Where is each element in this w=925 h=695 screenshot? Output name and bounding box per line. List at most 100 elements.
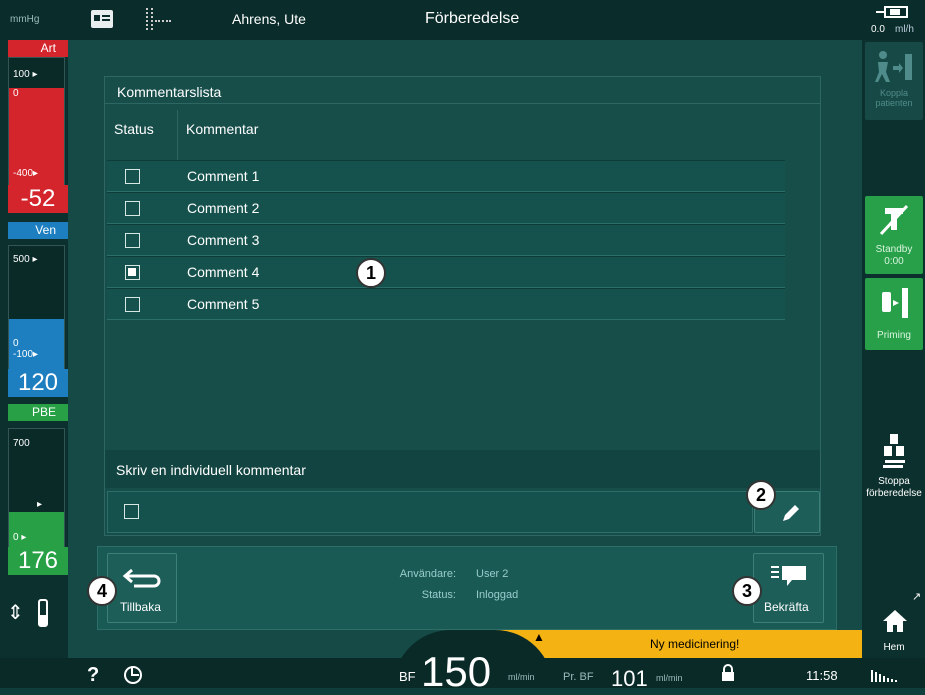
help-icon[interactable]: ? [87, 664, 99, 687]
top-bar: mmHg Ahrens, Ute Förberedelse 0.0 ml/h [0, 0, 925, 40]
home-label: Hem [883, 642, 905, 653]
callout-3: 3 [732, 576, 762, 606]
callout-2: 2 [746, 480, 776, 510]
home-button[interactable]: ↗ Hem [865, 590, 923, 656]
lock-icon[interactable] [721, 664, 735, 682]
stop-preparation-label-2: förberedelse [866, 488, 922, 499]
stop-preparation-button[interactable]: Stoppa förberedelse [865, 430, 923, 505]
comment-label: Comment 1 [187, 168, 260, 184]
comment-checkbox[interactable] [125, 297, 140, 312]
status-label: Status: [421, 589, 456, 601]
status-value: Inloggad [476, 589, 519, 601]
clock-icon[interactable] [124, 666, 142, 684]
standby-tap-icon [879, 204, 909, 236]
back-label: Tillbaka [120, 600, 161, 614]
patient-name: Ahrens, Ute [232, 11, 306, 27]
rate-unit: ml/h [895, 24, 914, 35]
col-comment-header: Kommentar [186, 121, 259, 137]
connect-patient-label: Koppla patienten [875, 88, 913, 108]
comment-label: Comment 3 [187, 232, 260, 248]
bf-unit: ml/min [508, 672, 535, 682]
comment-row[interactable]: Comment 1 [107, 160, 785, 192]
individual-comment-title: Skriv en individuell kommentar [116, 462, 306, 478]
back-arrow-icon [122, 568, 161, 588]
clock-time: 11:58 [806, 668, 838, 683]
expand-arrow-icon: ↗ [912, 591, 922, 603]
comment-label: Comment 2 [187, 200, 260, 216]
priming-button[interactable]: Priming [865, 278, 923, 350]
ven-scale-bottom: -100▸ [13, 349, 39, 360]
footer-panel [97, 546, 837, 630]
stop-preparation-label-1: Stoppa [878, 476, 910, 487]
pbe-gauge[interactable]: 700 ▸ 0 ▸ [8, 428, 65, 547]
pbe-value: 176 [8, 547, 68, 575]
comment-row[interactable]: Comment 5 [107, 288, 785, 320]
comment-row[interactable]: Comment 3 [107, 224, 785, 256]
ven-scale-zero: 0 [13, 338, 19, 349]
bf-label: BF [399, 669, 416, 684]
divider [177, 110, 178, 160]
priming-icon [882, 288, 908, 318]
pbe-marker-icon: ▸ [37, 499, 43, 510]
individual-comment-row[interactable] [107, 491, 753, 533]
pbe-scale-zero: 0 ▸ [13, 532, 27, 543]
rate-value: 0.0 [871, 24, 885, 35]
priming-label: Priming [877, 330, 911, 341]
art-value: -52 [8, 185, 68, 213]
divider [105, 103, 820, 104]
pbe-label: PBE [31, 405, 56, 419]
patient-card-icon[interactable] [91, 10, 113, 28]
stop-preparation-icon [883, 434, 905, 468]
comment-label: Comment 4 [187, 264, 260, 280]
comment-checkbox-checked[interactable] [125, 265, 140, 280]
data-transfer-icon[interactable] [146, 8, 172, 32]
ven-label: Ven [35, 223, 56, 237]
level-adjust-button[interactable]: ⇕ [5, 590, 60, 640]
home-icon [883, 610, 907, 632]
pbe-scale-top: 700 [13, 438, 30, 449]
pressure-unit: mmHg [10, 14, 40, 25]
prbf-unit: ml/min [656, 673, 683, 683]
col-status-header: Status [114, 121, 154, 137]
comment-checkbox[interactable] [125, 169, 140, 184]
expand-up-icon[interactable]: ▲ [533, 630, 545, 644]
up-down-arrow-icon: ⇕ [7, 602, 24, 624]
ven-value: 120 [8, 369, 68, 397]
art-scale-zero: 0 [13, 88, 19, 99]
standby-button[interactable]: Standby 0:00 [865, 196, 923, 274]
chamber-icon [38, 599, 48, 627]
connect-patient-button[interactable]: Koppla patienten [865, 42, 923, 120]
ven-gauge-header[interactable]: Ven [8, 222, 68, 239]
comment-list-title: Kommentarslista [117, 84, 222, 100]
callout-4: 4 [87, 576, 117, 606]
standby-time: 0:00 [884, 256, 904, 267]
art-gauge[interactable]: 100 ▸ 0 -400▸ [8, 57, 65, 185]
prbf-label: Pr. BF [563, 671, 594, 683]
comment-row[interactable]: Comment 2 [107, 192, 785, 224]
notification-text: Ny medicinering! [650, 637, 740, 651]
back-button[interactable]: Tillbaka [107, 553, 177, 623]
comment-checkbox[interactable] [125, 233, 140, 248]
bf-value: 150 [421, 648, 492, 695]
comment-row[interactable]: Comment 4 [107, 256, 785, 288]
ven-scale-top: 500 ▸ [13, 254, 38, 265]
art-scale-bottom: -400▸ [13, 168, 39, 179]
screen-title: Förberedelse [425, 10, 520, 27]
patient-connect-icon [875, 51, 912, 82]
standby-label: Standby [875, 244, 913, 255]
user-value: User 2 [476, 568, 509, 580]
art-gauge-header[interactable]: Art [8, 40, 68, 57]
ven-gauge[interactable]: 500 ▸ 0 -100▸ [8, 245, 65, 369]
signal-bars-icon [871, 670, 911, 682]
art-scale-top: 100 ▸ [13, 69, 38, 80]
pbe-gauge-header[interactable]: PBE [8, 404, 68, 421]
comment-checkbox[interactable] [125, 201, 140, 216]
syringe-pump-icon[interactable] [876, 5, 914, 19]
prbf-value: 101 [611, 666, 648, 691]
callout-1: 1 [356, 258, 386, 288]
pencil-icon [783, 505, 799, 521]
confirm-button[interactable]: Bekräfta [753, 553, 824, 623]
individual-comment-checkbox[interactable] [124, 504, 139, 519]
comment-confirm-icon [771, 566, 806, 586]
confirm-label: Bekräfta [764, 600, 809, 614]
